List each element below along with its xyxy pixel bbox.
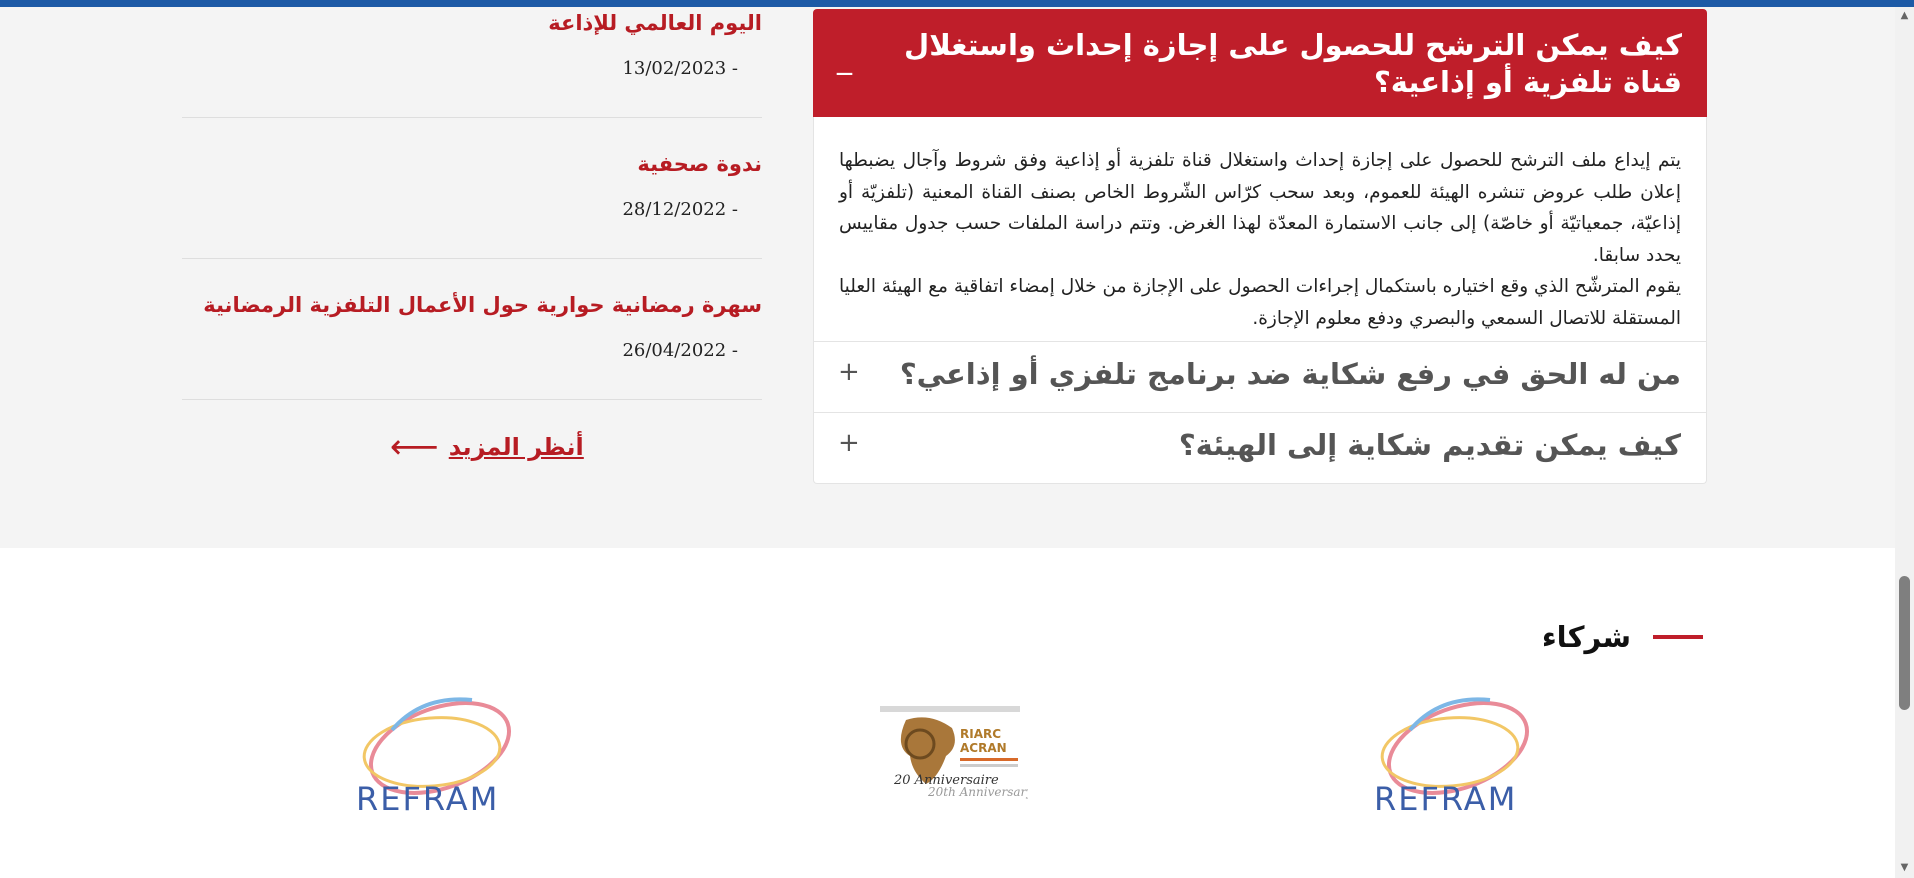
partner-logo-refram[interactable]: REFRAM (352, 690, 522, 824)
partners-heading: شركاء (1542, 620, 1703, 654)
long-arrow-left-icon: ⟵ (390, 427, 439, 467)
faq-header-collapsed[interactable]: كيف يمكن تقديم شكاية إلى الهيئة؟ + (813, 413, 1707, 484)
vertical-scrollbar[interactable] (1895, 7, 1914, 878)
anniversary-en-text: 20th Anniversary (927, 785, 1028, 799)
news-title[interactable]: ندوة صحفية (637, 152, 762, 176)
acran-text: ACRAN (960, 741, 1007, 755)
faq-header-expanded[interactable]: كيف يمكن الترشح للحصول على إجازة إحداث و… (813, 9, 1707, 117)
news-date: 13/02/2023 - (622, 58, 738, 79)
expand-icon[interactable]: + (838, 357, 860, 387)
expand-icon[interactable]: + (838, 428, 860, 458)
partners-title: شركاء (1541, 620, 1631, 654)
news-item: سهرة رمضانية حوارية حول الأعمال التلفزية… (182, 259, 762, 400)
see-more-label: أنظر المزيد (448, 433, 584, 461)
riarc-text: RIARC (960, 727, 1001, 741)
refram-logo-text: REFRAM (356, 780, 499, 818)
faq-question: كيف يمكن تقديم شكاية إلى الهيئة؟ (1178, 428, 1681, 462)
news-title[interactable]: سهرة رمضانية حوارية حول الأعمال التلفزية… (203, 293, 762, 317)
news-item: ندوة صحفية 28/12/2022 - (182, 118, 762, 259)
faq-answer-paragraph: يتم إيداع ملف الترشح للحصول على إجازة إح… (839, 150, 1681, 266)
news-title[interactable]: اليوم العالمي للإذاعة (548, 11, 762, 35)
partner-logo-refram[interactable]: REFRAM (1370, 690, 1540, 824)
scroll-up-arrow-icon[interactable]: ▲ (1899, 10, 1910, 21)
news-item: اليوم العالمي للإذاعة 13/02/2023 - (182, 7, 762, 118)
scrollbar-thumb[interactable] (1899, 576, 1910, 710)
partner-logo-riarc[interactable]: RIARC ACRAN 20 Anniversaire 20th Anniver… (868, 698, 1033, 812)
news-date: 28/12/2022 - (622, 199, 738, 220)
faq-question: من له الحق في رفع شكاية ضد برنامج تلفزي … (899, 357, 1681, 391)
top-accent-bar (0, 0, 1914, 7)
see-more-link[interactable]: ⟵ أنظر المزيد (390, 430, 584, 464)
collapse-icon[interactable]: _ (837, 41, 852, 76)
faq-answer-paragraph: يقوم المترشّح الذي وقع اختياره باستكمال … (839, 276, 1681, 329)
heading-accent-line (1653, 635, 1703, 639)
refram-logo-text: REFRAM (1374, 780, 1517, 818)
faq-question: كيف يمكن الترشح للحصول على إجازة إحداث و… (904, 28, 1682, 99)
faq-answer: يتم إيداع ملف الترشح للحصول على إجازة إح… (813, 117, 1707, 341)
faq-header-collapsed[interactable]: من له الحق في رفع شكاية ضد برنامج تلفزي … (813, 341, 1707, 413)
faq-accordion: كيف يمكن الترشح للحصول على إجازة إحداث و… (813, 9, 1707, 484)
news-list: اليوم العالمي للإذاعة 13/02/2023 - ندوة … (182, 7, 762, 400)
news-date: 26/04/2022 - (622, 340, 738, 361)
scroll-down-arrow-icon[interactable]: ▼ (1899, 862, 1910, 873)
